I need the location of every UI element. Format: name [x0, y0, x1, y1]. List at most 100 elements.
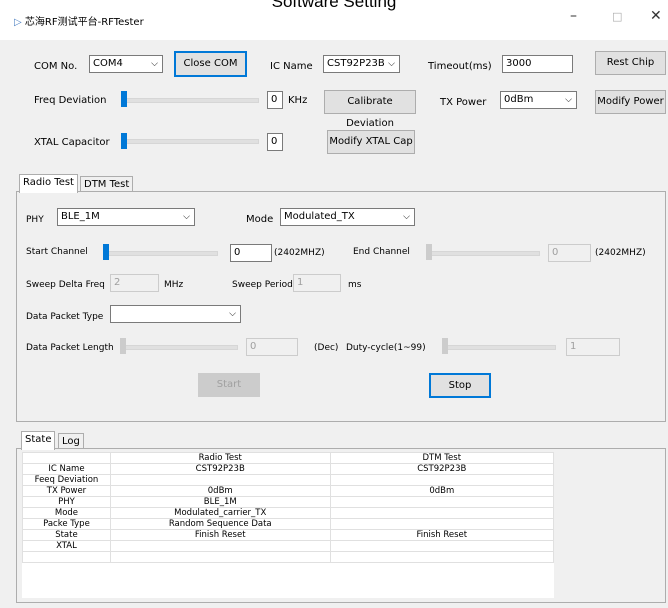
data-packet-length-unit: (Dec): [314, 343, 339, 353]
timeout-label: Timeout(ms): [428, 61, 492, 72]
freq-deviation-label: Freq Deviation: [34, 95, 107, 106]
data-packet-length-track: [120, 345, 238, 350]
table-row: State Finish Reset Finish Reset: [22, 529, 555, 541]
freq-deviation-slider[interactable]: [121, 91, 127, 107]
state-table-container: Radio Test DTM Test IC Name CST92P23B CST9…: [22, 452, 555, 598]
sweep-delta-freq-unit: MHz: [164, 280, 184, 290]
modify-power-button[interactable]: Modify Power: [595, 90, 666, 114]
window-title-text: 芯海RF测试平台-RFTester: [24, 17, 144, 28]
table-row: PHY BLE_1M: [22, 496, 555, 508]
tx-power-label: TX Power: [440, 97, 487, 108]
table-cell: TX Power: [22, 485, 111, 497]
table-cell: Mode: [22, 507, 111, 519]
start-channel-label: Start Channel: [26, 247, 88, 257]
table-header-cell: [22, 452, 111, 464]
state-table: Radio Test DTM Test IC Name CST92P23B CST9…: [22, 452, 555, 563]
freq-deviation-track: [121, 98, 259, 103]
table-cell: BLE_1M: [109, 496, 331, 508]
table-cell: [22, 551, 111, 563]
table-row: TX Power 0dBm 0dBm: [22, 485, 555, 497]
table-header-cell: DTM Test: [329, 452, 555, 464]
sweep-period-unit: ms: [348, 280, 362, 290]
sweep-period-input[interactable]: 1: [293, 274, 341, 292]
table-row: [22, 551, 555, 563]
com-label: COM No.: [34, 61, 78, 72]
modify-xtal-button[interactable]: Modify XTAL Cap: [327, 130, 415, 154]
table-row: IC Name CST92P23B CST92P23B: [22, 463, 555, 475]
table-header-cell: Radio Test: [109, 452, 331, 464]
table-cell: [329, 496, 555, 508]
table-cell: PHY: [22, 496, 111, 508]
data-packet-type-select[interactable]: ⌵: [110, 305, 241, 323]
table-row: Feeq Deviation: [22, 474, 555, 486]
chevron-down-icon: ⌵: [388, 59, 395, 69]
table-cell: CST92P23B: [109, 463, 331, 475]
table-cell: [329, 518, 555, 530]
com-select[interactable]: COM4 ⌵: [89, 55, 163, 73]
end-channel-track: [426, 251, 540, 256]
chevron-down-icon: ⌵: [183, 212, 190, 222]
table-cell: Feeq Deviation: [22, 474, 111, 486]
end-channel-freq: (2402MHZ): [595, 248, 646, 258]
xtal-capacitor-label: XTAL Capacitor: [34, 137, 110, 148]
table-cell: [329, 474, 555, 486]
mode-value: Modulated_TX: [284, 211, 355, 222]
sweep-period-label: Sweep Period: [232, 280, 293, 290]
table-cell: State: [22, 529, 111, 541]
start-channel-freq: (2402MHZ): [274, 248, 325, 258]
table-cell: Packe Type: [22, 518, 111, 530]
tx-power-value: 0dBm: [504, 94, 534, 105]
data-packet-type-label: Data Packet Type: [26, 312, 104, 322]
duty-cycle-track: [442, 345, 556, 350]
tab-state[interactable]: State: [21, 431, 56, 450]
ic-name-select[interactable]: CST92P23B ⌵: [323, 55, 400, 73]
close-com-button[interactable]: Close COM: [174, 51, 247, 77]
end-channel-input[interactable]: 0: [548, 244, 591, 262]
chevron-down-icon: ⌵: [151, 59, 158, 69]
stop-button[interactable]: Stop: [429, 373, 491, 398]
overlay-title: Software Setting: [271, 0, 397, 11]
sweep-delta-freq-input[interactable]: 2: [110, 274, 159, 292]
table-cell: XTAL: [22, 540, 111, 552]
ic-name-label: IC Name: [270, 61, 313, 72]
mode-select[interactable]: Modulated_TX ⌵: [280, 208, 415, 226]
tab-radio-test[interactable]: Radio Test: [19, 174, 78, 193]
table-cell: Finish Reset: [329, 529, 555, 541]
table-row: Mode Modulated_carrier_TX: [22, 507, 555, 519]
rest-chip-button[interactable]: Rest Chip: [595, 51, 666, 75]
phy-select[interactable]: BLE_1M ⌵: [57, 208, 195, 226]
start-channel-slider[interactable]: [103, 244, 109, 260]
start-button[interactable]: Start: [198, 373, 260, 397]
table-row: XTAL: [22, 540, 555, 552]
table-header-row: Radio Test DTM Test: [22, 452, 555, 464]
timeout-input[interactable]: 3000: [502, 55, 573, 73]
freq-deviation-value: 0: [267, 91, 283, 109]
data-packet-length-slider[interactable]: [120, 338, 126, 354]
chevron-down-icon: ⌵: [229, 309, 236, 319]
chevron-down-icon: ⌵: [403, 212, 410, 222]
table-cell: [329, 551, 555, 563]
table-cell: Random Sequence Data: [109, 518, 331, 530]
duty-cycle-label: Duty-cycle(1~99): [346, 343, 426, 353]
data-packet-length-input[interactable]: 0: [246, 338, 298, 356]
table-cell: 0dBm: [109, 485, 331, 497]
start-channel-input[interactable]: 0: [230, 244, 272, 262]
table-cell: Finish Reset: [109, 529, 331, 541]
freq-unit: KHz: [288, 95, 308, 106]
calibrate-deviation-button[interactable]: Calibrate Deviation: [324, 90, 416, 129]
table-cell: [329, 540, 555, 552]
table-cell: [109, 551, 331, 563]
data-packet-length-label: Data Packet Length: [26, 343, 114, 353]
xtal-capacitor-slider[interactable]: [121, 133, 127, 149]
end-channel-label: End Channel: [353, 247, 410, 257]
window-title: ▷ 芯海RF测试平台-RFTester: [14, 13, 144, 28]
table-row: Packe Type Random Sequence Data: [22, 518, 555, 530]
com-select-value: COM4: [93, 58, 123, 69]
table-cell: [109, 474, 331, 486]
end-channel-slider[interactable]: [426, 244, 432, 260]
table-cell: 0dBm: [329, 485, 555, 497]
duty-cycle-slider[interactable]: [442, 338, 448, 354]
duty-cycle-input[interactable]: 1: [566, 338, 620, 356]
tx-power-select[interactable]: 0dBm ⌵: [500, 91, 577, 109]
ic-name-value: CST92P23B: [327, 58, 385, 69]
